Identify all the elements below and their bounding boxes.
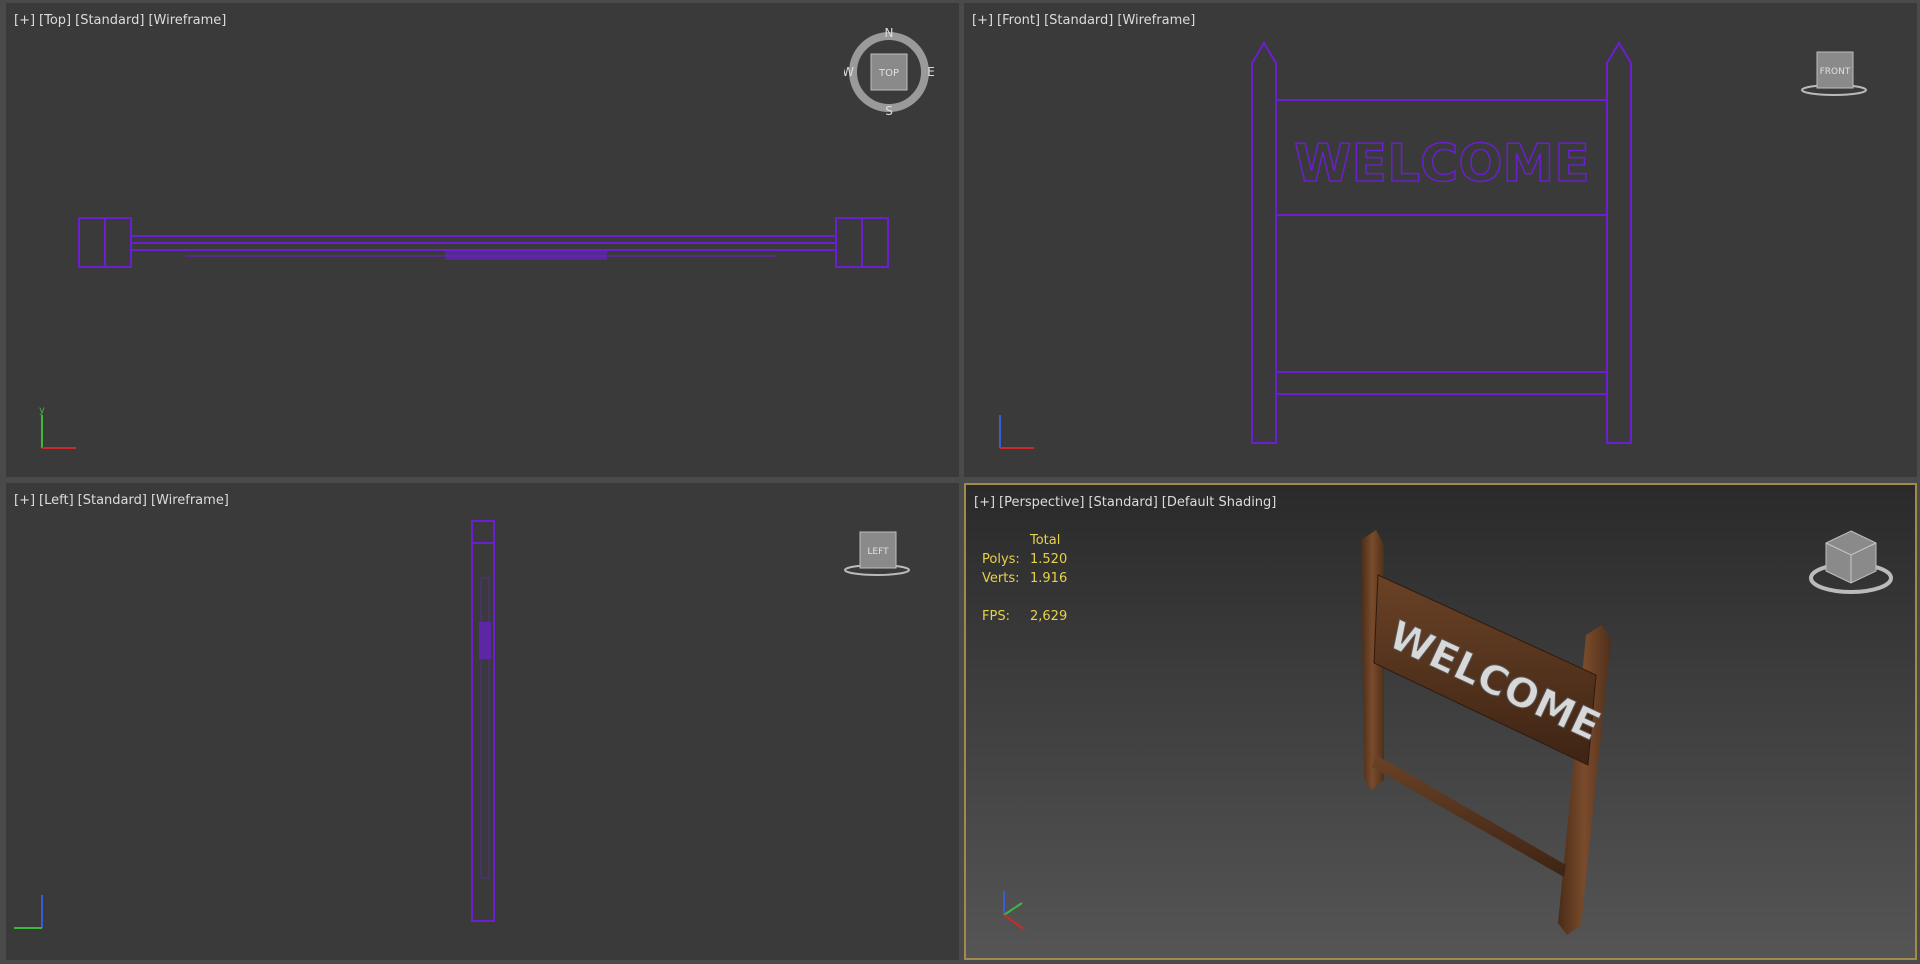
viewcube-top-face-text: TOP <box>878 68 899 79</box>
viewcube-compass[interactable]: TOP N S E W <box>842 26 935 118</box>
viewport-front[interactable]: [+] [Front] [Standard] [Wireframe] WELCOME … <box>964 3 1917 477</box>
svg-text:W: W <box>844 65 854 79</box>
svg-text:LEFT: LEFT <box>867 547 889 557</box>
perspective-sign-model: WELCOME <box>1361 530 1611 935</box>
lower-rail <box>1372 755 1566 877</box>
left-wireframe <box>471 520 495 922</box>
axis-tripod-left <box>14 895 43 929</box>
axis-tripod-perspective <box>1003 891 1025 930</box>
viewport-top[interactable]: [+] [Top] [Standard] [Wireframe] TOP N S E … <box>6 3 959 477</box>
axis-tripod-front <box>999 415 1034 449</box>
welcome-text-wire: WELCOME <box>1294 134 1590 194</box>
svg-text:S: S <box>885 104 893 117</box>
svg-text:N: N <box>885 27 894 40</box>
svg-text:E: E <box>927 65 934 79</box>
svg-text:FRONT: FRONT <box>1820 67 1851 77</box>
viewport-left[interactable]: [+] [Left] [Standard] [Wireframe] LEFT <box>6 483 959 960</box>
axis-v-label: y <box>39 405 45 416</box>
viewport-perspective[interactable]: [+] [Perspective] [Standard] [Default Shadi… <box>964 483 1917 960</box>
axis-tripod-top: y <box>39 405 76 449</box>
viewcube-front[interactable]: FRONT <box>1799 48 1869 103</box>
top-wireframe <box>78 217 889 268</box>
front-wireframe: WELCOME <box>1251 41 1632 444</box>
viewcube-perspective[interactable] <box>1806 523 1896 598</box>
viewcube-left[interactable]: LEFT <box>842 528 912 583</box>
